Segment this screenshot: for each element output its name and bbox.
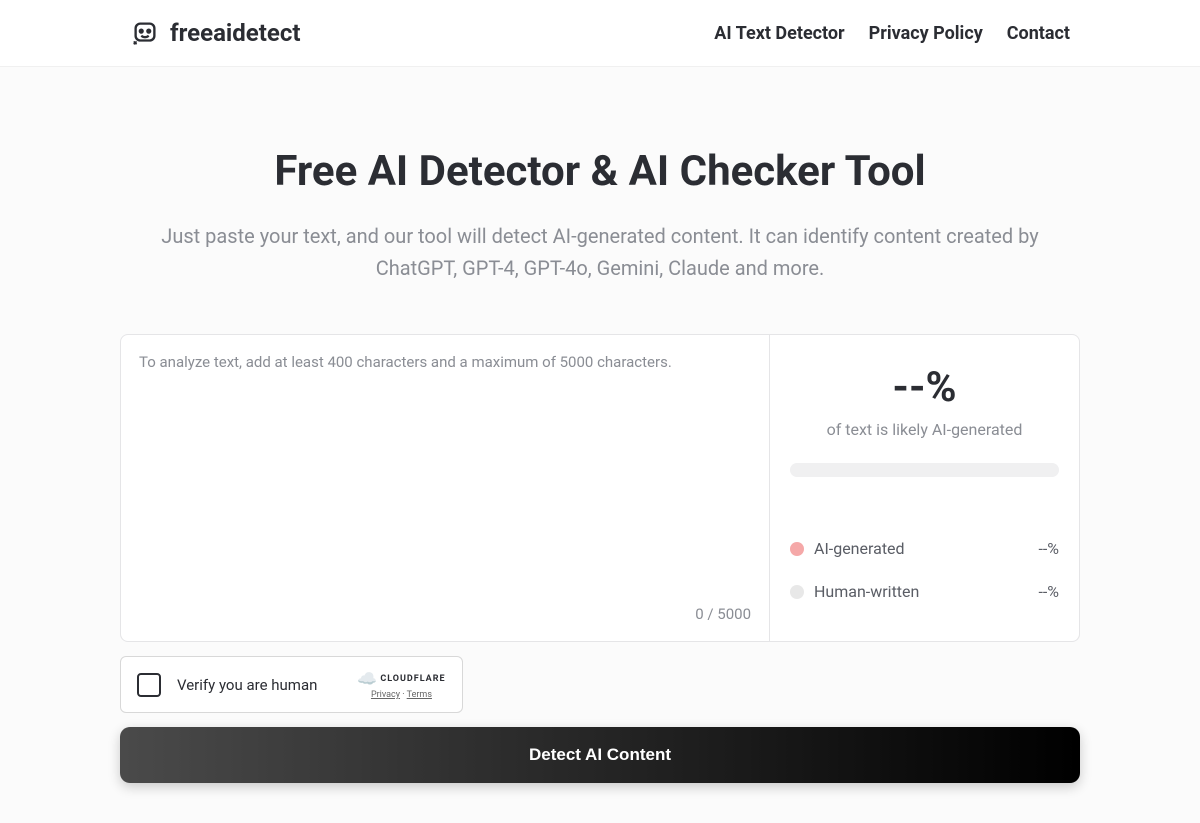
captcha-brand: ☁️ CLOUDFLARE Privacy · Terms	[357, 669, 445, 700]
brand-text: freeaidetect	[170, 19, 300, 47]
ai-dot-icon	[790, 542, 804, 556]
captcha-text: Verify you are human	[177, 676, 317, 694]
human-value: --%	[1038, 582, 1059, 601]
captcha-checkbox[interactable]	[137, 673, 161, 697]
nav-contact[interactable]: Contact	[1007, 23, 1070, 44]
cloudflare-icon: ☁️	[357, 669, 377, 688]
nav: AI Text Detector Privacy Policy Contact	[714, 23, 1070, 44]
detect-button[interactable]: Detect AI Content	[120, 727, 1080, 783]
cloudflare-text: CLOUDFLARE	[380, 674, 445, 684]
results-panel: --% of text is likely AI-generated AI-ge…	[770, 334, 1080, 642]
legend-human-row: Human-written --%	[790, 570, 1059, 613]
content-row: 0 / 5000 --% of text is likely AI-genera…	[120, 334, 1080, 642]
captcha-privacy-link[interactable]: Privacy	[371, 690, 400, 700]
header: freeaidetect AI Text Detector Privacy Po…	[0, 0, 1200, 67]
textarea-panel: 0 / 5000	[120, 334, 770, 642]
captcha-widget: Verify you are human ☁️ CLOUDFLARE Priva…	[120, 656, 463, 713]
nav-privacy[interactable]: Privacy Policy	[869, 23, 983, 44]
page-title: Free AI Detector & AI Checker Tool	[120, 147, 1080, 196]
ai-value: --%	[1038, 539, 1059, 558]
ai-label: AI-generated	[814, 539, 905, 558]
captcha-terms-link[interactable]: Terms	[407, 690, 432, 700]
legend-ai-row: AI-generated --%	[790, 527, 1059, 570]
text-input[interactable]	[139, 353, 751, 597]
result-percent: --%	[790, 363, 1059, 412]
result-label: of text is likely AI-generated	[790, 420, 1059, 439]
page-subtitle: Just paste your text, and our tool will …	[140, 220, 1060, 284]
human-dot-icon	[790, 585, 804, 599]
nav-ai-detector[interactable]: AI Text Detector	[714, 23, 844, 44]
human-label: Human-written	[814, 582, 919, 601]
main: Free AI Detector & AI Checker Tool Just …	[0, 67, 1200, 823]
logo-icon	[130, 18, 160, 48]
logo[interactable]: freeaidetect	[130, 18, 300, 48]
captcha-links: Privacy · Terms	[371, 690, 432, 700]
char-counter: 0 / 5000	[139, 605, 751, 623]
progress-bar	[790, 463, 1059, 477]
